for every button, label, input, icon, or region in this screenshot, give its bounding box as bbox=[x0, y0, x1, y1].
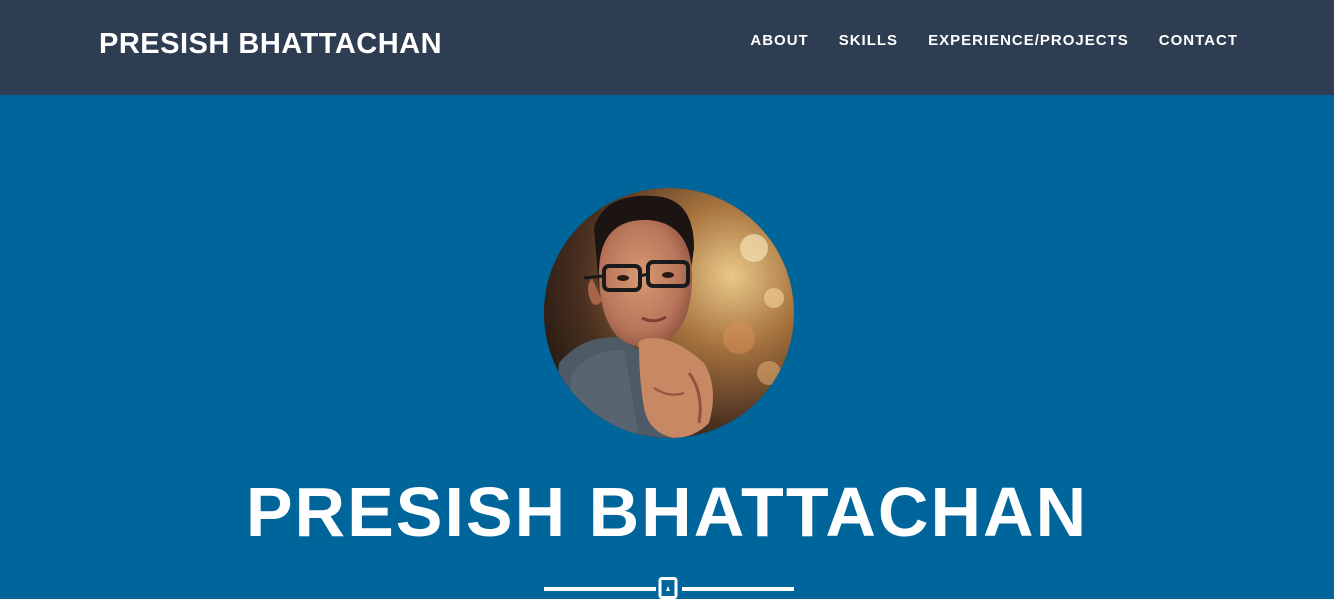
navbar: PRESISH BHATTACHAN ABOUT SKILLS EXPERIEN… bbox=[0, 0, 1334, 95]
nav-item-contact: CONTACT bbox=[1159, 31, 1238, 51]
nav-link-experience-projects[interactable]: EXPERIENCE/PROJECTS bbox=[928, 32, 1129, 49]
nav-menu: ABOUT SKILLS EXPERIENCE/PROJECTS CONTACT bbox=[750, 31, 1238, 51]
nav-link-skills[interactable]: SKILLS bbox=[839, 32, 898, 49]
divider-line-left bbox=[544, 587, 656, 591]
nav-link-about[interactable]: ABOUT bbox=[750, 32, 808, 49]
profile-photo-illustration bbox=[544, 188, 794, 438]
star-divider bbox=[544, 576, 794, 599]
nav-item-about: ABOUT bbox=[750, 31, 808, 51]
nav-item-skills: SKILLS bbox=[839, 31, 898, 51]
nav-item-experience-projects: EXPERIENCE/PROJECTS bbox=[928, 31, 1129, 51]
nav-link-contact[interactable]: CONTACT bbox=[1159, 32, 1238, 49]
brand-link[interactable]: PRESISH BHATTACHAN bbox=[99, 26, 442, 62]
profile-photo bbox=[544, 188, 794, 438]
divider-line-right bbox=[682, 587, 794, 591]
hero-name: PRESISH BHATTACHAN bbox=[245, 473, 1089, 551]
